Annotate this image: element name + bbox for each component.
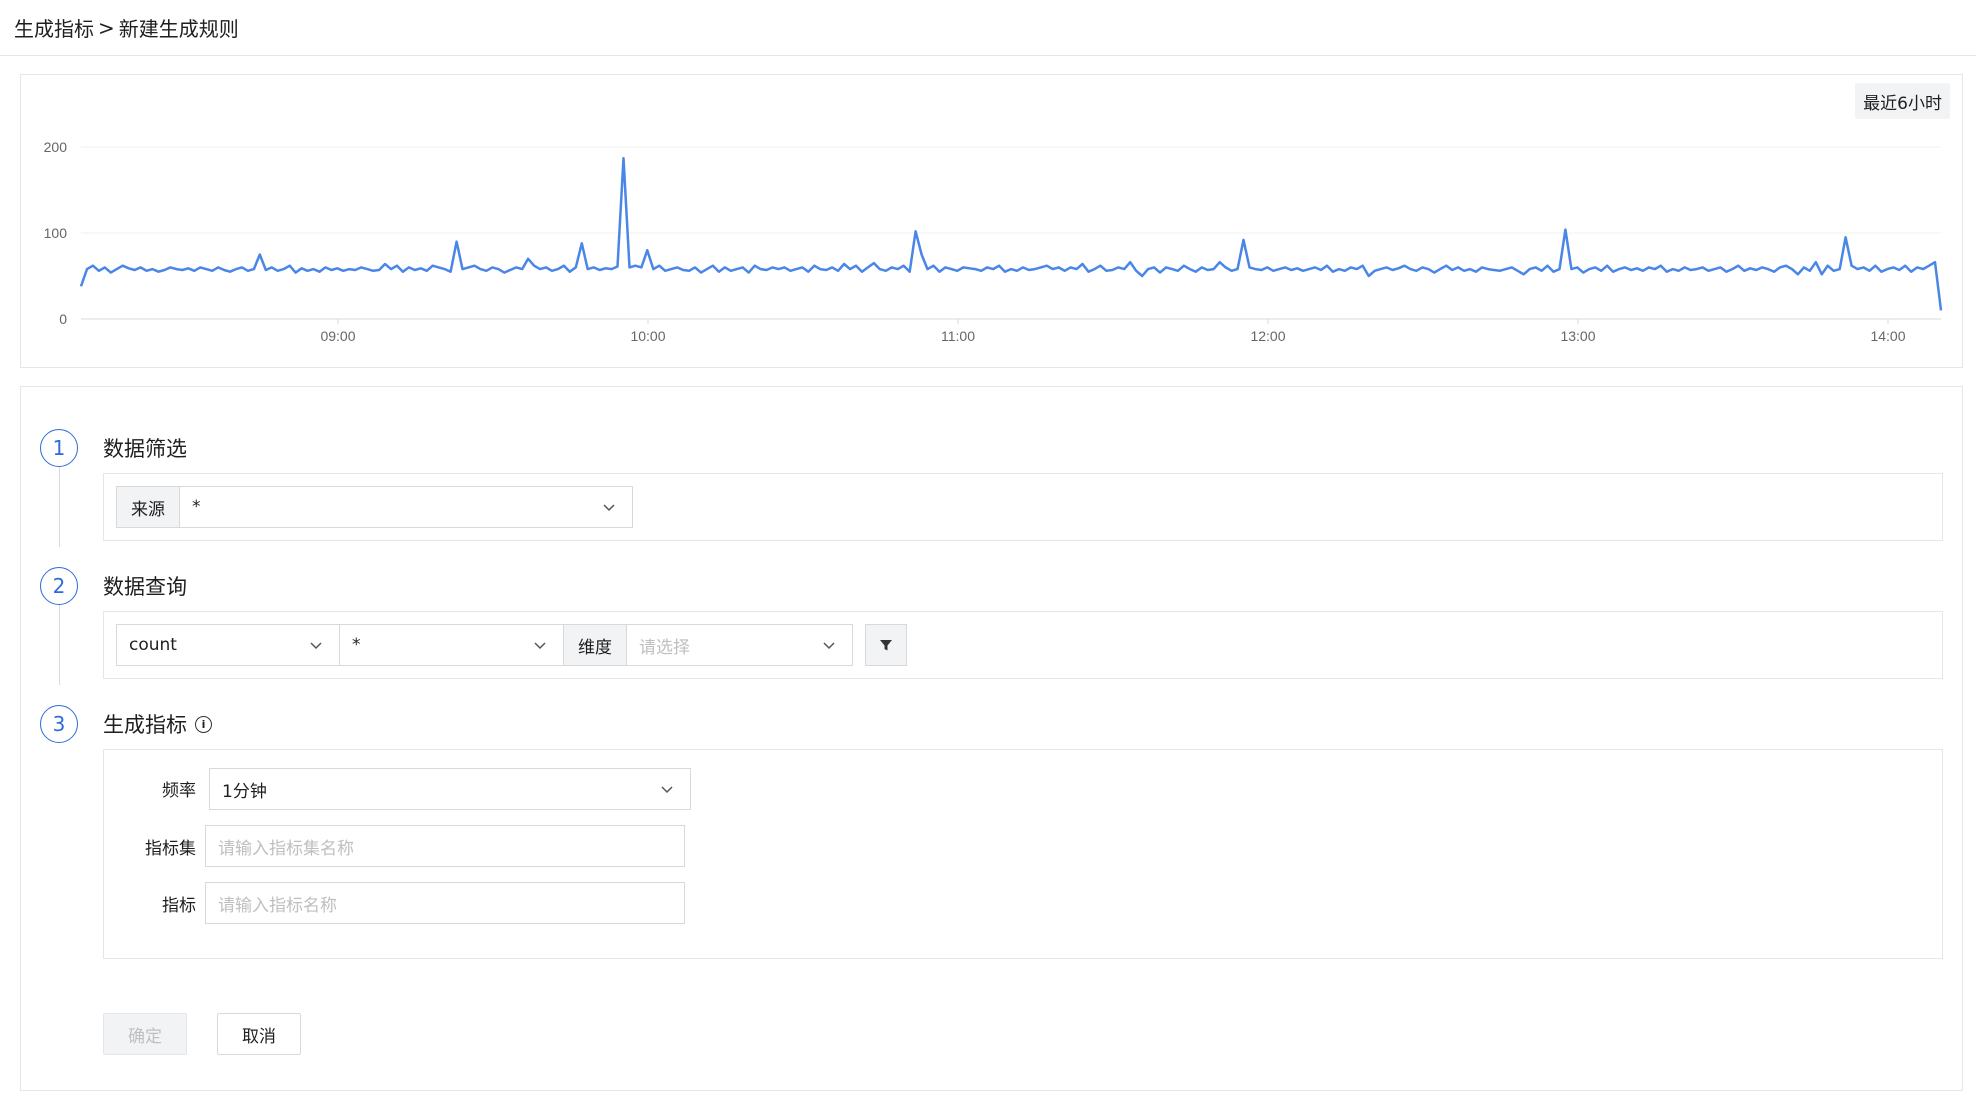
cancel-button[interactable]: 取消 [217,1013,301,1055]
filter-button[interactable] [865,624,907,666]
info-icon[interactable]: i [195,715,212,733]
dimension-prefix: 维度 [564,625,627,665]
y-tick-label: 0 [59,311,67,327]
chart-panel: 200 100 0 09:00 10:00 11:00 12:00 13:00 14:00 最近… [20,74,1963,368]
frequency-label: 频率 [162,781,196,801]
step-1-title-text: 数据筛选 [103,437,187,461]
breadcrumb-current: 新建生成规则 [118,17,239,41]
breadcrumb-parent[interactable]: 生成指标 [14,13,94,42]
line-chart: 200 100 0 09:00 10:00 11:00 12:00 13:00 14:00 [44,139,1943,344]
step-3-number: 3 [40,705,78,743]
series-line [79,156,1943,311]
step-1-title: 数据筛选 [103,433,187,463]
metric-input[interactable]: 请输入指标名称 [205,882,685,924]
y-tick-label: 200 [44,139,68,155]
frequency-select[interactable]: 1分钟 [209,768,691,810]
frequency-value: 1分钟 [222,781,267,802]
x-tick-label: 12:00 [1250,328,1285,344]
data-filter-box: 来源 * [103,473,1943,541]
source-select[interactable]: 来源 * [116,486,633,528]
x-tick-label: 13:00 [1560,328,1595,344]
dimension-select[interactable]: 维度 请选择 [563,624,853,666]
x-tick-label: 09:00 [320,328,355,344]
chevron-down-icon [823,642,835,650]
metric-set-input[interactable]: 请输入指标集名称 [205,825,685,867]
field-select[interactable]: * [339,624,564,666]
x-tick-label: 14:00 [1870,328,1905,344]
step-3-title: 生成指标 i [103,709,212,739]
y-tick-label: 100 [44,225,68,241]
chevron-down-icon [661,786,673,794]
confirm-button[interactable]: 确定 [103,1013,187,1055]
step-2-title: 数据查询 [103,571,187,601]
source-value: * [192,497,201,517]
time-range-button[interactable]: 最近6小时 [1855,83,1950,119]
dimension-placeholder: 请选择 [639,637,690,658]
field-value: * [352,635,361,655]
filter-icon [880,640,892,651]
chevron-down-icon [310,642,322,650]
aggregation-value: count [129,635,177,655]
breadcrumb-separator: > [98,15,115,40]
metric-label: 指标 [162,896,196,916]
step-2-title-text: 数据查询 [103,575,187,599]
form-panel: 1 数据筛选 来源 * 2 数据查询 count * 维度 请选择 3 生成指标… [20,386,1963,1091]
data-query-box: count * 维度 请选择 [103,611,1943,679]
step-3-title-text: 生成指标 [103,713,187,737]
metric-set-label: 指标集 [145,839,196,859]
breadcrumb: 生成指标 > 新建生成规则 [0,0,1976,56]
source-prefix: 来源 [117,487,180,527]
x-tick-label: 11:00 [941,328,975,344]
chevron-down-icon [534,642,546,650]
x-tick-label: 10:00 [630,328,665,344]
step-1-number: 1 [40,429,78,467]
step-2-number: 2 [40,567,78,605]
chevron-down-icon [603,504,615,512]
generate-metric-box: 频率 1分钟 指标集 请输入指标集名称 指标 请输入指标名称 [103,749,1943,959]
aggregation-select[interactable]: count [116,624,340,666]
